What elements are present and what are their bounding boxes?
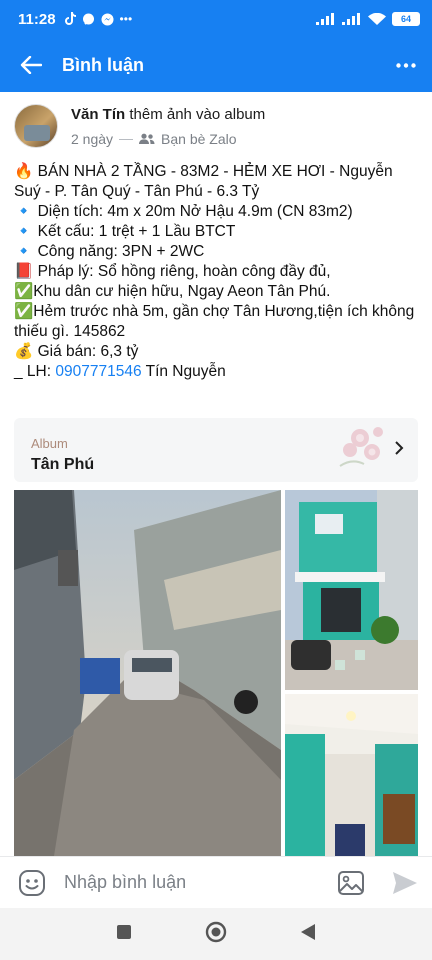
comment-input[interactable]: Nhập bình luận bbox=[64, 872, 324, 893]
photo-grid bbox=[14, 490, 418, 856]
post-time: 2 ngày bbox=[71, 131, 114, 147]
status-time: 11:28 bbox=[18, 10, 56, 28]
more-dots-icon bbox=[396, 62, 416, 68]
meta-divider bbox=[119, 138, 134, 140]
more-notifications-icon: ••• bbox=[119, 12, 133, 26]
signal-icon bbox=[316, 13, 334, 25]
post-line: 🔥 BÁN NHÀ 2 TẦNG - 83M2 - HẺM XE HƠI - N… bbox=[14, 163, 393, 200]
image-button[interactable] bbox=[324, 870, 378, 896]
photo-house-interior[interactable] bbox=[285, 694, 418, 856]
page-title: Bình luận bbox=[62, 54, 144, 75]
home-button[interactable] bbox=[205, 921, 227, 948]
post-author-line: Văn Tín thêm ảnh vào album bbox=[71, 106, 265, 123]
phone-link[interactable]: 0907771546 bbox=[55, 363, 141, 380]
system-nav-bar bbox=[0, 908, 432, 960]
post-header: Văn Tín thêm ảnh vào album 2 ngày Bạn bè… bbox=[14, 104, 424, 154]
system-icons: 64 bbox=[316, 12, 420, 26]
author-name[interactable]: Văn Tín bbox=[71, 106, 125, 123]
notification-icons: ••• bbox=[64, 12, 133, 26]
send-icon bbox=[393, 871, 417, 894]
comment-composer: Nhập bình luận bbox=[0, 856, 432, 908]
post-meta: 2 ngày Bạn bè Zalo bbox=[71, 131, 237, 147]
nav-back-button[interactable] bbox=[300, 923, 316, 946]
recents-button[interactable] bbox=[116, 924, 132, 945]
emoji-button[interactable] bbox=[0, 869, 64, 897]
post-audience: Bạn bè Zalo bbox=[161, 131, 237, 147]
contact-name: Tín Nguyễn bbox=[141, 363, 226, 380]
chevron-right-icon bbox=[394, 440, 404, 461]
post-line: 💰 Giá bán: 6,3 tỷ bbox=[14, 343, 139, 360]
post-body: 🔥 BÁN NHÀ 2 TẦNG - 83M2 - HẺM XE HƠI - N… bbox=[14, 162, 418, 382]
post: Văn Tín thêm ảnh vào album 2 ngày Bạn bè… bbox=[0, 92, 432, 856]
image-icon bbox=[338, 870, 364, 895]
home-circle-icon bbox=[205, 921, 227, 942]
send-button[interactable] bbox=[378, 870, 432, 896]
flower-decoration-icon bbox=[339, 427, 383, 467]
more-button[interactable] bbox=[380, 38, 432, 92]
tiktok-icon bbox=[64, 12, 76, 25]
post-line: 🔹 Công năng: 3PN + 2WC bbox=[14, 243, 205, 260]
battery-icon: 64 bbox=[392, 12, 420, 26]
photo-house-front[interactable] bbox=[285, 490, 418, 690]
triangle-back-icon bbox=[300, 923, 315, 940]
photo-alley[interactable] bbox=[14, 490, 281, 856]
album-name: Tân Phú bbox=[31, 456, 95, 473]
square-icon bbox=[117, 924, 132, 939]
post-line: ✅Hẻm trước nhà 5m, gần chợ Tân Hương,tiệ… bbox=[14, 303, 415, 340]
album-label: Album bbox=[31, 436, 68, 451]
contact-prefix: _ LH: bbox=[14, 363, 56, 380]
post-line: 🔹 Diện tích: 4m x 20m Nở Hậu 4.9m (CN 83… bbox=[14, 203, 353, 220]
post-action: thêm ảnh vào album bbox=[125, 106, 266, 123]
avatar[interactable] bbox=[14, 104, 58, 148]
arrow-left-icon bbox=[20, 56, 42, 74]
album-card[interactable]: Album Tân Phú bbox=[14, 418, 418, 482]
messenger-icon bbox=[101, 13, 114, 25]
chat-icon bbox=[82, 13, 94, 25]
post-line: ✅Khu dân cư hiện hữu, Ngay Aeon Tân Phú. bbox=[14, 283, 331, 300]
wifi-icon bbox=[368, 12, 386, 25]
signal-icon-2 bbox=[342, 13, 360, 25]
friends-icon bbox=[139, 133, 155, 144]
contact-line: _ LH: 0907771546 Tín Nguyễn bbox=[14, 362, 418, 382]
back-button[interactable] bbox=[0, 38, 62, 92]
emoji-icon bbox=[19, 869, 45, 896]
post-line: 🔹 Kết cấu: 1 trệt + 1 Lầu BTCT bbox=[14, 223, 236, 240]
post-line: 📕 Pháp lý: Sổ hồng riêng, hoàn công đầy … bbox=[14, 263, 331, 280]
app-bar: Bình luận bbox=[0, 38, 432, 92]
status-bar: 11:28 ••• 64 bbox=[0, 0, 432, 38]
